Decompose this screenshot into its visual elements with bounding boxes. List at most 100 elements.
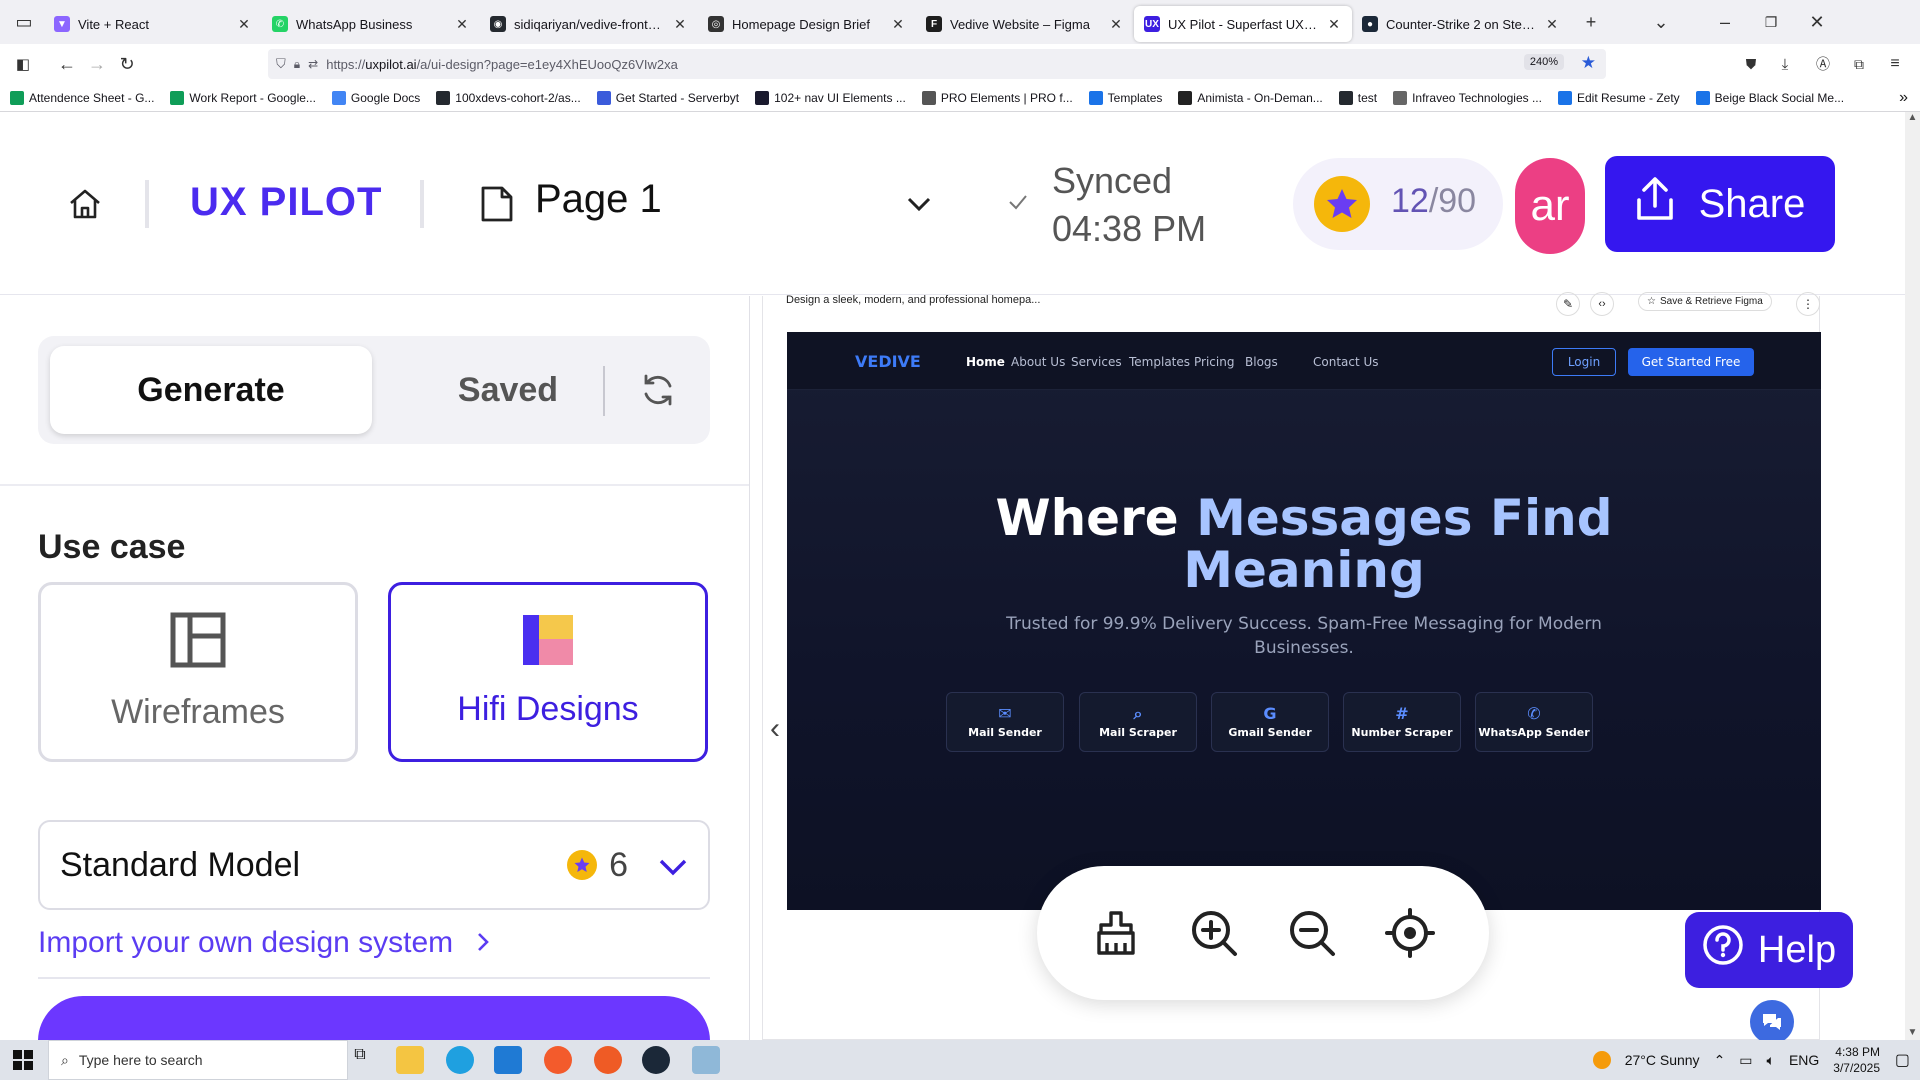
firefox-icon[interactable]: [544, 1046, 572, 1074]
credits-badge[interactable]: 12/90: [1293, 158, 1503, 250]
bookmark-item[interactable]: 102+ nav UI Elements ...: [755, 90, 906, 105]
steam-icon[interactable]: [642, 1046, 670, 1074]
tab-overflow-chevron-icon[interactable]: ⌄: [1646, 7, 1676, 37]
browser-tab[interactable]: ✆ WhatsApp Business ✕: [262, 6, 480, 42]
postman-icon[interactable]: [594, 1046, 622, 1074]
page-scrollbar[interactable]: ▲ ▼: [1905, 112, 1920, 1040]
bookmark-item[interactable]: Animista - On-Deman...: [1178, 90, 1323, 105]
scroll-up-arrow-icon[interactable]: ▲: [1905, 112, 1920, 123]
bookmark-item[interactable]: Infraveo Technologies ...: [1393, 90, 1542, 105]
preview-login-button[interactable]: Login: [1552, 348, 1616, 376]
preview-nav-link[interactable]: About Us: [1011, 355, 1065, 369]
preview-feature-card[interactable]: # Number Scraper: [1343, 692, 1461, 752]
account-icon[interactable]: Ⓐ: [1808, 49, 1838, 79]
bookmarks-overflow-icon[interactable]: »: [1899, 89, 1908, 107]
hifi-designs-card[interactable]: Hifi Designs: [388, 582, 708, 762]
preview-nav-link[interactable]: Home: [966, 355, 1005, 369]
reload-button[interactable]: ↻: [112, 49, 142, 79]
bookmark-item[interactable]: 100xdevs-cohort-2/as...: [436, 90, 581, 105]
bookmark-item[interactable]: Google Docs: [331, 90, 420, 105]
home-icon[interactable]: [68, 188, 102, 225]
bookmark-item[interactable]: Work Report - Google...: [170, 90, 316, 105]
help-button[interactable]: Help: [1685, 912, 1853, 988]
clock[interactable]: 4:38 PM 3/7/2025: [1833, 1044, 1880, 1076]
url-text[interactable]: https://uxpilot.ai/a/ui-design?page=e1ey…: [326, 57, 678, 72]
browser-tab[interactable]: UX UX Pilot - Superfast UX/UI Desi ✕: [1134, 6, 1352, 42]
url-bar[interactable]: ⛉ 🔒︎ ⇄ https://uxpilot.ai/a/ui-design?pa…: [268, 49, 1606, 79]
design-preview[interactable]: VEDIVE Home About Us Services Templates Pric…: [787, 332, 1821, 910]
bookmark-item[interactable]: test: [1338, 90, 1377, 105]
ux-pilot-logo[interactable]: UX PILOT: [190, 180, 382, 225]
browser-tab[interactable]: ◉ sidiqariyan/vedive-frontend at r ✕: [480, 6, 698, 42]
browser-tab[interactable]: F Vedive Website – Figma ✕: [916, 6, 1134, 42]
app-icon[interactable]: [692, 1046, 720, 1074]
tab-close-icon[interactable]: ✕: [890, 16, 906, 33]
permissions-icon[interactable]: ⇄: [308, 57, 318, 71]
preview-nav-link[interactable]: Blogs: [1245, 355, 1278, 369]
network-icon[interactable]: ▭: [1739, 1052, 1752, 1069]
user-avatar[interactable]: ar: [1515, 158, 1585, 254]
bookmark-item[interactable]: PRO Elements | PRO f...: [921, 90, 1073, 105]
bookmark-item[interactable]: Templates: [1088, 90, 1162, 105]
browser-tab[interactable]: ◎ Homepage Design Brief ✕: [698, 6, 916, 42]
minimize-button[interactable]: –: [1710, 7, 1740, 37]
tab-list-icon[interactable]: ▭: [4, 7, 44, 37]
preview-nav-link[interactable]: Pricing: [1194, 355, 1234, 369]
refresh-icon[interactable]: [628, 360, 688, 420]
bookmark-item[interactable]: Beige Black Social Me...: [1695, 90, 1844, 105]
preview-feature-card[interactable]: ⌕ Mail Scraper: [1079, 692, 1197, 752]
weather-text[interactable]: 27°C Sunny: [1625, 1052, 1700, 1068]
bookmark-item[interactable]: Edit Resume - Zety: [1557, 90, 1680, 105]
menu-icon[interactable]: ≡: [1880, 49, 1910, 79]
model-chevron-down-icon[interactable]: [658, 846, 688, 885]
file-explorer-icon[interactable]: [396, 1046, 424, 1074]
tray-chevron-icon[interactable]: ⌃: [1714, 1052, 1726, 1069]
preview-feature-card[interactable]: ✆ WhatsApp Sender: [1475, 692, 1593, 752]
pocket-icon[interactable]: ⛊: [1736, 49, 1766, 79]
browser-tab[interactable]: ▼ Vite + React ✕: [44, 6, 262, 42]
sidebar-toggle-icon[interactable]: ◧: [8, 49, 38, 79]
more-options-icon[interactable]: ⋮: [1796, 292, 1820, 316]
new-tab-button[interactable]: +: [1576, 7, 1606, 37]
zoom-out-icon[interactable]: [1284, 905, 1340, 961]
restore-button[interactable]: ❐: [1756, 7, 1786, 37]
bookmark-item[interactable]: Attendence Sheet - G...: [10, 90, 154, 105]
brush-icon[interactable]: [1088, 905, 1144, 961]
close-window-button[interactable]: ✕: [1802, 7, 1832, 37]
recenter-target-icon[interactable]: [1382, 905, 1438, 961]
tab-saved[interactable]: Saved: [408, 346, 608, 434]
zoom-in-icon[interactable]: [1186, 905, 1242, 961]
forward-button[interactable]: →: [82, 49, 112, 79]
preview-get-started-button[interactable]: Get Started Free: [1628, 348, 1754, 376]
preview-feature-card[interactable]: ✉ Mail Sender: [946, 692, 1064, 752]
language-indicator[interactable]: ENG: [1789, 1052, 1819, 1068]
volume-icon[interactable]: 🔈︎: [1767, 1052, 1775, 1069]
page-dropdown-chevron-icon[interactable]: [906, 196, 932, 217]
generate-button[interactable]: [38, 996, 710, 1040]
downloads-icon[interactable]: ⤓: [1770, 49, 1800, 79]
save-retrieve-figma-button[interactable]: ☆ Save & Retrieve Figma: [1638, 292, 1772, 311]
zoom-level-badge[interactable]: 240%: [1523, 54, 1564, 70]
extensions-icon[interactable]: ⧉: [1844, 49, 1874, 79]
tab-close-icon[interactable]: ✕: [454, 16, 470, 33]
share-button[interactable]: Share: [1605, 156, 1835, 252]
bookmark-item[interactable]: Get Started - Serverbyt: [596, 90, 739, 105]
lock-icon[interactable]: 🔒︎: [294, 57, 300, 72]
tab-close-icon[interactable]: ✕: [1326, 16, 1342, 33]
vscode-icon[interactable]: [494, 1046, 522, 1074]
code-icon[interactable]: ‹›: [1590, 292, 1614, 316]
preview-nav-link[interactable]: Services: [1071, 355, 1122, 369]
notifications-icon[interactable]: ▢: [1895, 1050, 1910, 1070]
shield-icon[interactable]: ⛉: [276, 56, 286, 72]
model-select[interactable]: Standard Model 6: [38, 820, 710, 910]
page-title[interactable]: Page 1: [535, 177, 662, 222]
taskbar-search-input[interactable]: ⌕ Type here to search: [48, 1040, 348, 1080]
wireframes-card[interactable]: Wireframes: [38, 582, 358, 762]
preview-feature-card[interactable]: G Gmail Sender: [1211, 692, 1329, 752]
task-view-icon[interactable]: ⧉: [346, 1046, 374, 1074]
scroll-down-arrow-icon[interactable]: ▼: [1905, 1027, 1920, 1038]
tab-close-icon[interactable]: ✕: [1108, 16, 1124, 33]
chat-icon[interactable]: [1750, 1000, 1794, 1044]
edit-pencil-icon[interactable]: ✎: [1556, 292, 1580, 316]
tab-close-icon[interactable]: ✕: [1544, 16, 1560, 33]
